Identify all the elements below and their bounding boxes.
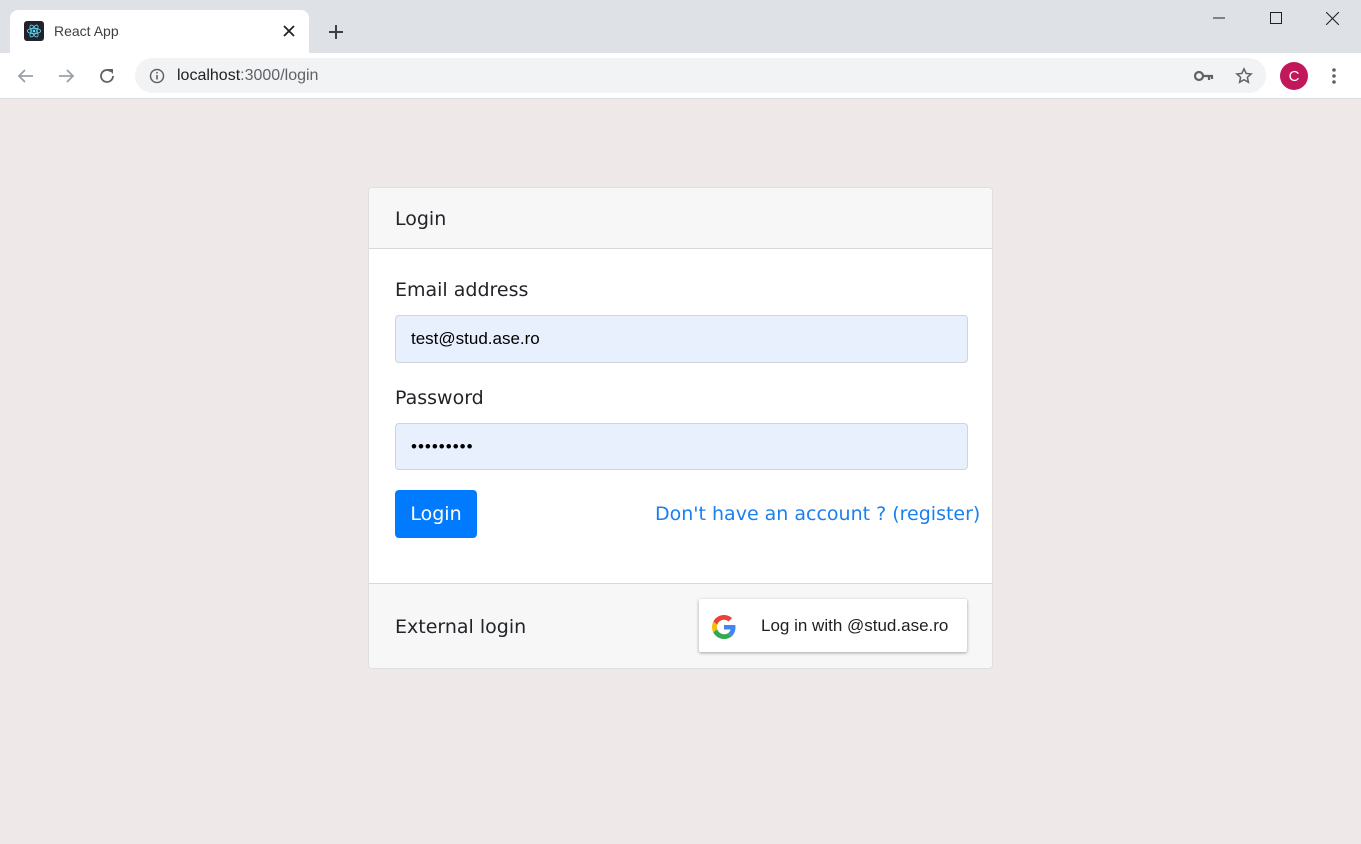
bookmark-star-icon[interactable] xyxy=(1234,66,1254,86)
login-form: Email address Password Login Don't have … xyxy=(369,249,992,583)
back-arrow-icon[interactable] xyxy=(12,62,40,90)
url-host: localhost xyxy=(177,67,241,84)
tab-strip: React App xyxy=(0,0,1361,53)
new-tab-icon[interactable] xyxy=(324,20,348,44)
profile-avatar[interactable]: C xyxy=(1280,62,1308,90)
url-path: :3000/login xyxy=(240,67,319,84)
forward-arrow-icon[interactable] xyxy=(52,62,80,90)
browser-toolbar: localhost:3000/login C xyxy=(0,53,1361,99)
register-link[interactable]: Don't have an account ? (register) xyxy=(655,503,980,525)
google-logo-icon xyxy=(712,615,736,639)
google-login-button[interactable]: Log in with @stud.ase.ro xyxy=(699,599,967,652)
close-window-icon[interactable] xyxy=(1304,0,1361,36)
password-key-icon[interactable] xyxy=(1194,66,1214,86)
reload-icon[interactable] xyxy=(93,62,121,90)
tab-title: React App xyxy=(54,23,119,39)
email-input[interactable] xyxy=(395,315,968,363)
site-info-icon[interactable] xyxy=(148,67,165,84)
password-input[interactable] xyxy=(395,423,968,470)
minimize-window-icon[interactable] xyxy=(1190,0,1247,36)
card-title: Login xyxy=(369,188,992,249)
google-login-label: Log in with @stud.ase.ro xyxy=(761,616,949,635)
login-button[interactable]: Login xyxy=(395,490,477,538)
more-vert-icon[interactable] xyxy=(1322,62,1346,90)
password-label: Password xyxy=(395,387,484,409)
maximize-window-icon[interactable] xyxy=(1247,0,1304,36)
close-tab-icon[interactable] xyxy=(281,23,297,39)
external-login-section: External login Log in with @stud.ase.ro xyxy=(369,583,992,668)
external-login-label: External login xyxy=(395,616,527,638)
address-bar[interactable]: localhost:3000/login xyxy=(135,58,1266,93)
url-text: localhost:3000/login xyxy=(177,67,318,85)
email-label: Email address xyxy=(395,279,529,301)
browser-tab[interactable]: React App xyxy=(10,10,309,53)
login-card: Login Email address Password Login Don't… xyxy=(368,187,993,669)
react-logo-icon xyxy=(24,21,44,41)
